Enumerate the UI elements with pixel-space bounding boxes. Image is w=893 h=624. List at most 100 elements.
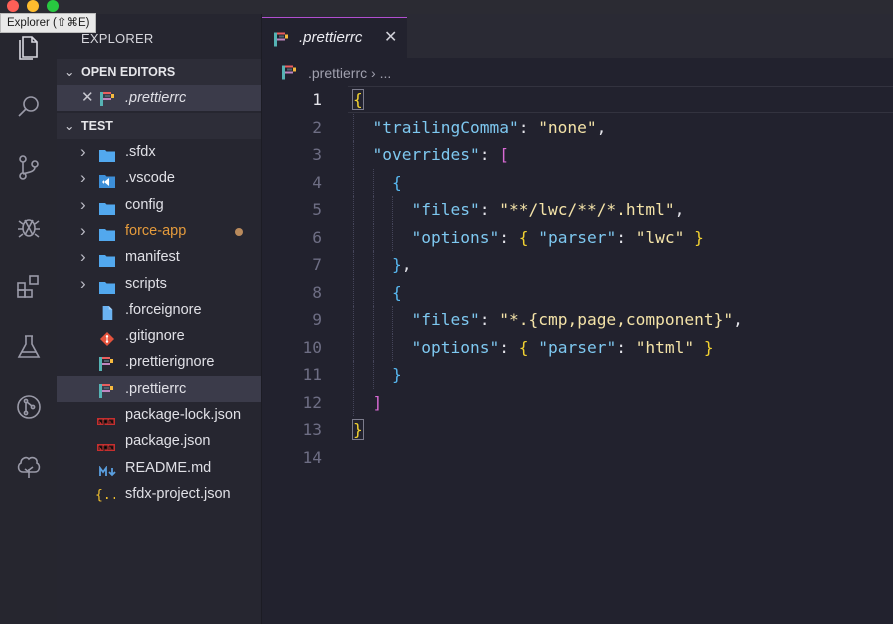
tree-item-label: package.json [125,433,211,450]
code-text: } [352,419,364,440]
indent-guide [372,251,374,279]
tree-item-sfdx-project-json[interactable]: {..} sfdx-project.json [57,481,261,507]
tree-item-label: sfdx-project.json [125,485,231,502]
indent-guide [353,306,354,334]
indent-guide [353,141,354,169]
tree-item-vscode[interactable]: › .vscode [57,165,261,191]
code-text: "files": "*.{cmp,page,component}", [411,310,743,329]
open-editors-label: OPEN EDITORS [81,65,176,79]
minimize-window-button[interactable] [27,0,39,12]
indent-guide [353,333,354,361]
npm-icon [97,410,115,425]
folder-icon [99,224,115,241]
line-number: 9 [312,310,322,329]
indent-guide [353,278,354,306]
tree-item-gitignore[interactable]: .gitignore [57,323,261,349]
tree-item-prettierrc[interactable]: .prettierrc [57,375,261,402]
indent-guide [353,361,354,389]
tree-item-label: .gitignore [125,328,185,345]
testing-flask-icon[interactable] [14,332,44,362]
activity-bar [0,14,57,624]
tree-item-scripts[interactable]: › scripts [57,271,261,297]
title-bar [0,0,893,14]
code-text: "trailingComma": "none", [372,117,607,137]
line-number: 5 [312,200,322,219]
code-line: 4 { [262,169,893,197]
extensions-icon[interactable] [14,272,44,302]
code-line: 6 "options": { "parser": "lwc" } [262,224,893,252]
code-line: 14 [262,444,893,472]
open-editors-header[interactable]: ⌄ OPEN EDITORS [57,59,261,85]
open-editor-name: .prettierrc [125,90,187,106]
tab-prettierrc[interactable]: .prettierrc ✕ [262,17,407,59]
tree-item-prettierignore[interactable]: .prettierignore [57,349,261,375]
code-line: 13} [262,416,893,444]
vscode-folder-icon [99,171,115,189]
chevron-down-icon: ⌄ [64,65,75,79]
indent-guide [353,168,354,196]
tree-item-label: package-lock.json [125,407,242,423]
svg-text:{..}: {..} [95,488,115,502]
source-control-icon[interactable] [14,152,44,182]
chevron-right-icon: › [80,247,86,267]
editor-area: .prettierrc ✕ .prettierrc › ... 1{2 "tra… [262,14,893,624]
tree-item-label: force-app [125,222,187,239]
breadcrumb-rest[interactable]: ... [380,65,392,81]
line-number: 11 [302,365,323,384]
code-text: ] [372,392,383,412]
line-number: 7 [312,255,322,274]
indent-guide [392,333,394,361]
close-icon[interactable]: ✕ [81,85,94,111]
modified-dot-icon [235,227,243,236]
close-icon[interactable]: ✕ [384,27,397,47]
indent-guide [353,251,354,279]
tree-item-package-lock-json[interactable]: package-lock.json [57,402,261,428]
indent-guide [372,196,374,224]
tree-item-forceignore[interactable]: .forceignore [57,297,261,323]
tree-icon[interactable] [14,452,44,482]
chevron-right-icon: › [80,194,86,214]
chevron-down-icon: ⌄ [64,119,75,133]
tree-item-label: scripts [125,275,167,292]
tree-item-readme-md[interactable]: README.md [57,455,261,481]
indent-guide [353,196,354,224]
tree-item-config[interactable]: › config [57,192,261,218]
tree-item-label: config [125,196,164,213]
chevron-right-icon: › [371,65,380,81]
folder-icon [99,250,115,268]
code-line: 8 { [262,279,893,307]
markdown-icon [99,461,116,476]
folder-test-header[interactable]: ⌄ TEST [57,113,261,139]
files-icon[interactable] [14,31,44,61]
folder-icon [99,277,115,294]
tree-item-force-app[interactable]: › force-app [57,218,261,244]
folder-icon [99,145,115,162]
code-text: "overrides": [ [372,145,509,164]
chevron-right-icon: › [80,142,86,161]
chevron-right-icon: › [80,273,86,293]
indent-guide [372,168,374,196]
tree-item-label: .prettierignore [125,354,215,371]
prettier-icon [274,31,288,53]
open-editor-item[interactable]: ✕ .prettierrc [57,85,261,111]
breadcrumb-file[interactable]: .prettierrc [308,65,367,81]
zoom-window-button[interactable] [47,0,59,12]
line-number: 10 [302,337,323,357]
chevron-right-icon: › [80,168,86,188]
git-remote-icon[interactable] [14,392,44,422]
code-text: "files": "**/lwc/**/*.html", [411,200,685,219]
debug-icon[interactable] [14,212,44,242]
tree-item-sfdx[interactable]: › .sfdx [57,139,261,165]
line-number: 3 [312,145,322,164]
tab-bar: .prettierrc ✕ [262,14,893,59]
chevron-right-icon: › [80,220,86,240]
code-text: } [392,365,402,384]
code-text: { [392,172,402,192]
close-window-button[interactable] [7,0,19,12]
code-line: 11 } [262,361,893,389]
search-icon[interactable] [14,92,44,122]
line-number: 13 [302,420,323,439]
tree-item-package-json[interactable]: package.json [57,428,261,454]
code-line: 1{ [262,86,893,114]
tree-item-manifest[interactable]: › manifest [57,244,261,270]
